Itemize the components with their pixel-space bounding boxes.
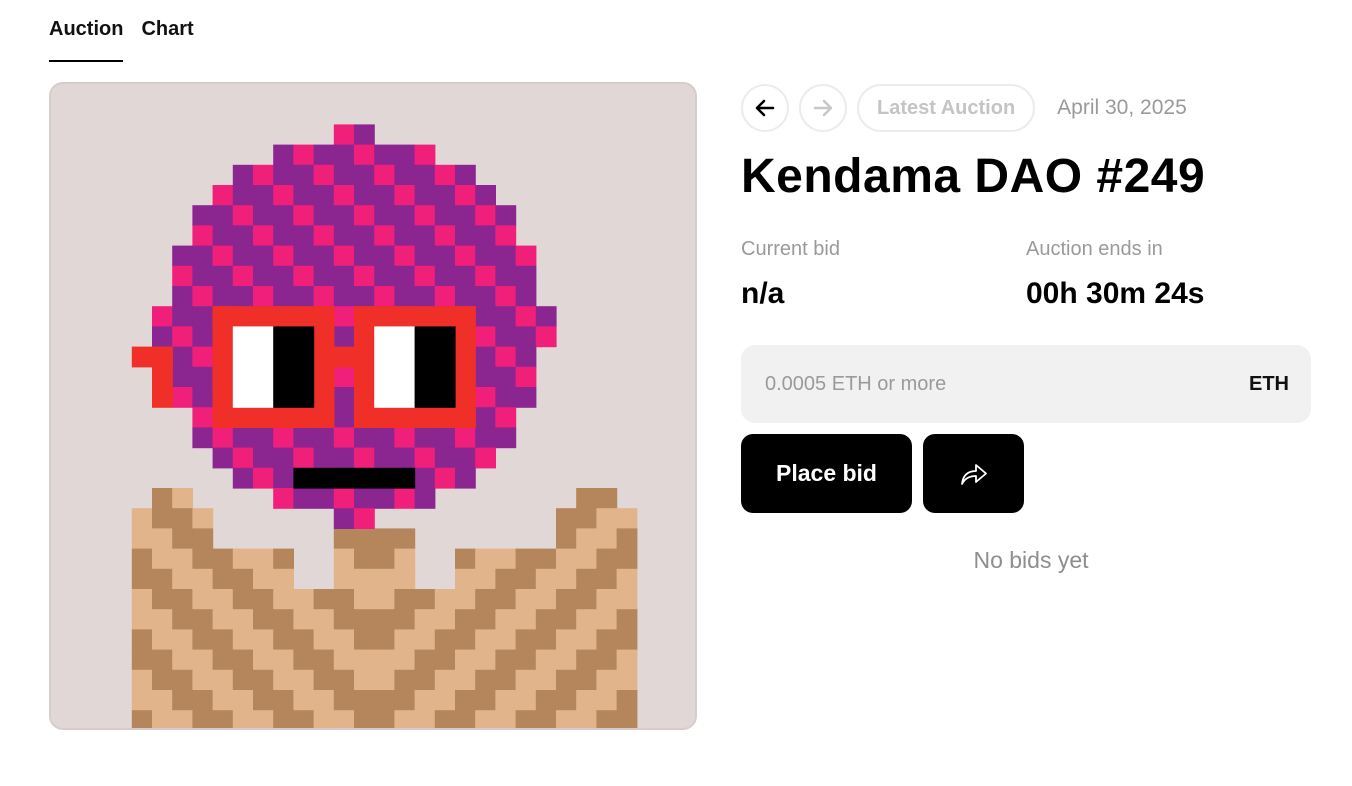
current-bid-label: Current bid: [741, 238, 840, 260]
auction-stats: Current bid n/a Auction ends in 00h 30m …: [741, 238, 1311, 311]
current-bid-stat: Current bid n/a: [741, 238, 1026, 311]
auction-ends-label: Auction ends in: [1026, 238, 1163, 260]
no-bids-message: No bids yet: [973, 547, 1089, 573]
auction-ends-stat: Auction ends in 00h 30m 24s: [1026, 238, 1311, 311]
auction-countdown: 00h 30m 24s: [1026, 277, 1205, 310]
token-title: Kendama DAO #249: [741, 150, 1206, 203]
arrow-right-icon: [813, 99, 833, 117]
auction-panel: Latest Auction April 30, 2025 Kendama DA…: [741, 82, 1311, 574]
next-auction-button[interactable]: [799, 84, 847, 132]
share-button[interactable]: [923, 434, 1024, 513]
share-icon: [960, 463, 987, 485]
tab-chart[interactable]: Chart: [141, 18, 193, 62]
latest-auction-button[interactable]: Latest Auction: [857, 84, 1036, 132]
current-bid-value: n/a: [741, 277, 785, 310]
nft-pixel-art: [51, 84, 695, 728]
previous-auction-button[interactable]: [741, 84, 789, 132]
bid-actions: Place bid: [741, 434, 1311, 513]
bid-amount-input[interactable]: [763, 371, 1167, 397]
tab-bar: Auction Chart: [49, 18, 194, 62]
auction-nav: Latest Auction April 30, 2025: [741, 82, 1311, 134]
currency-label: ETH: [1249, 372, 1289, 395]
bid-input-container: ETH: [741, 345, 1311, 423]
nft-artwork: [49, 82, 697, 730]
tab-auction[interactable]: Auction: [49, 18, 124, 62]
place-bid-button[interactable]: Place bid: [741, 434, 912, 513]
auction-date: April 30, 2025: [1057, 96, 1187, 119]
arrow-left-icon: [755, 99, 775, 117]
